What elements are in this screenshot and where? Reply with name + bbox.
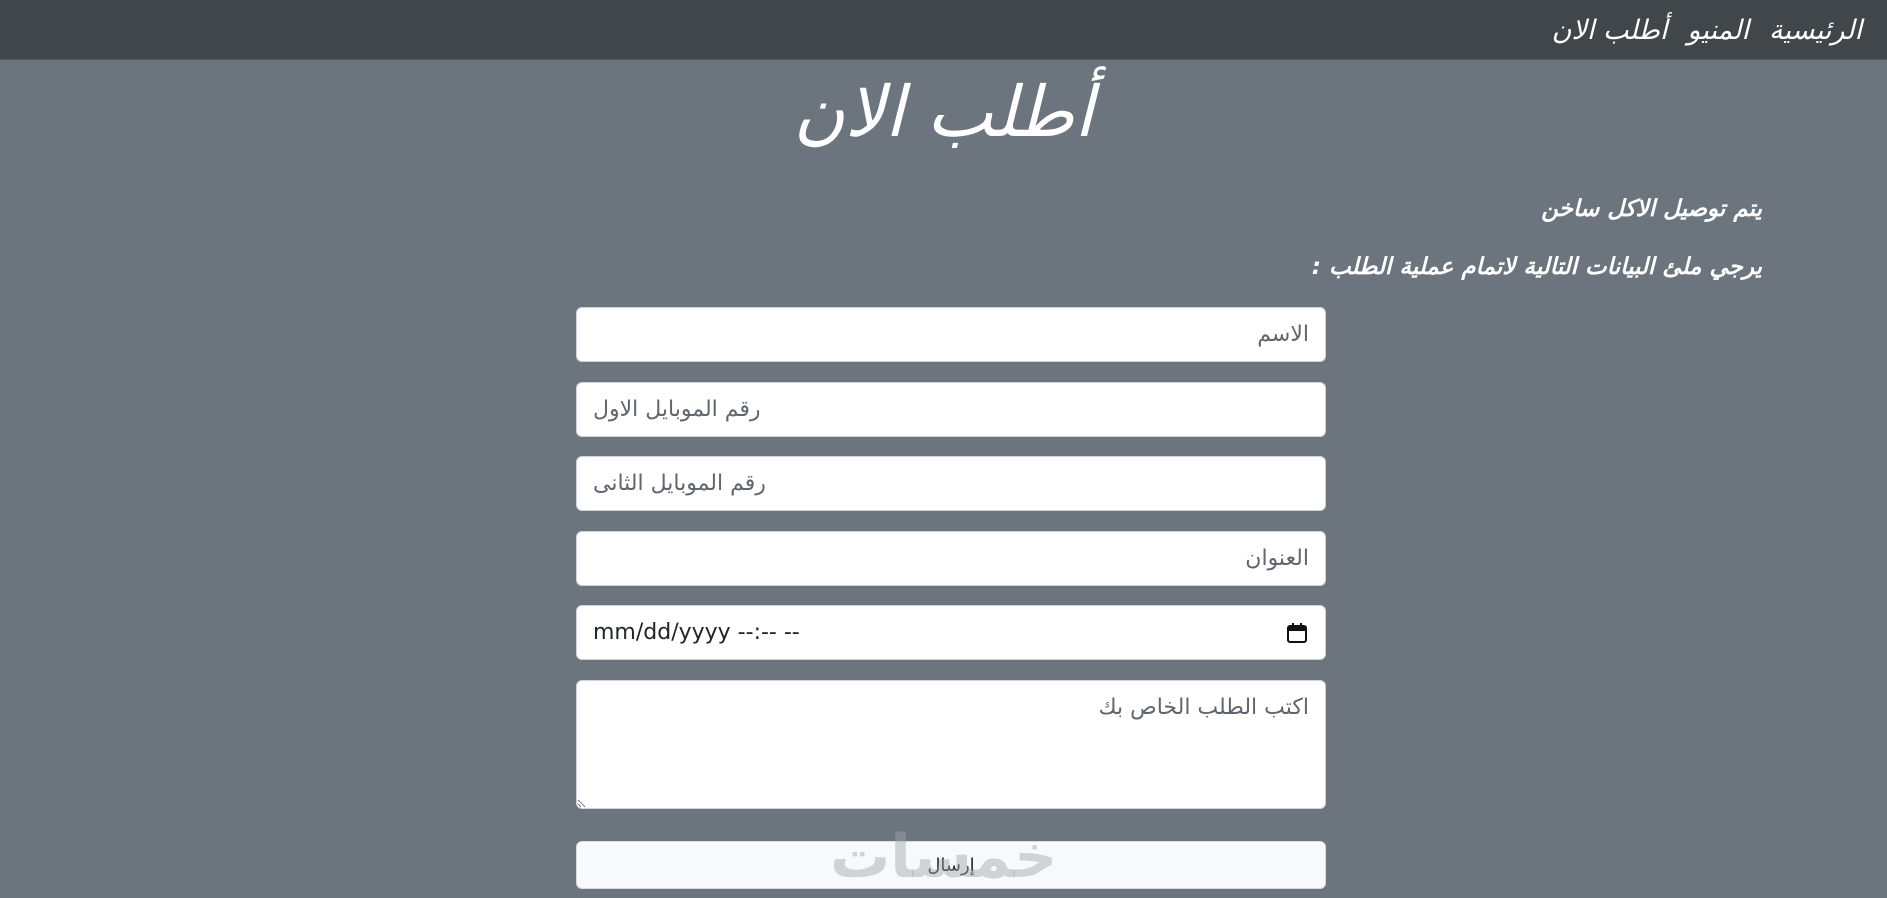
- delivery-datetime-input[interactable]: mm/dd/yyyy --:-- --: [576, 605, 1326, 660]
- nav-link-menu[interactable]: المنيو: [1687, 15, 1749, 46]
- nav-item-menu: المنيو: [1687, 15, 1749, 46]
- page-title: أطلب الان: [793, 71, 1094, 153]
- phone2-input[interactable]: [576, 456, 1326, 511]
- calendar-icon[interactable]: [1285, 621, 1309, 645]
- nav-list: الرئيسية المنيو أطلب الان: [1552, 0, 1862, 60]
- hot-delivery-note: يتم توصيل الاكل ساخن: [1541, 196, 1762, 222]
- nav-link-order-now[interactable]: أطلب الان: [1552, 15, 1668, 46]
- name-input[interactable]: [576, 307, 1326, 362]
- nav-item-order-now: أطلب الان: [1552, 15, 1668, 46]
- datetime-value: mm/dd/yyyy --:-- --: [593, 620, 800, 645]
- phone1-input[interactable]: [576, 382, 1326, 437]
- address-input[interactable]: [576, 531, 1326, 586]
- navbar: الرئيسية المنيو أطلب الان: [0, 0, 1887, 60]
- form-instructions: يرجي ملئ البيانات التالية لاتمام عملية ا…: [1311, 254, 1762, 280]
- submit-button[interactable]: إرسال: [576, 841, 1326, 889]
- nav-item-home: الرئيسية: [1769, 15, 1862, 46]
- order-notes-textarea[interactable]: [576, 680, 1326, 809]
- nav-link-home[interactable]: الرئيسية: [1769, 15, 1862, 46]
